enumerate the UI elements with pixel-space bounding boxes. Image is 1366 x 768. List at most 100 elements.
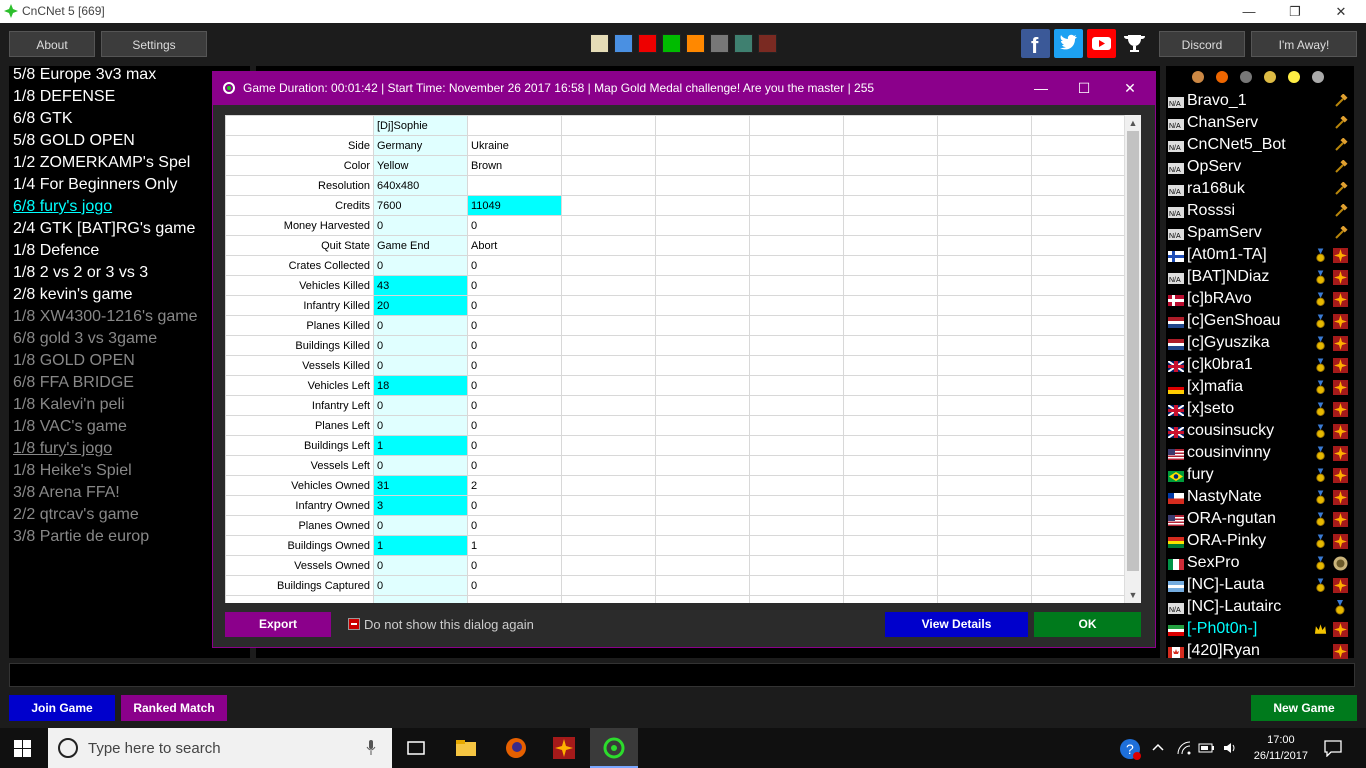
table-scrollbar[interactable]: ▲ ▼ bbox=[1124, 115, 1141, 603]
dialog-maximize-icon[interactable]: ☐ bbox=[1074, 78, 1094, 98]
task-view-icon[interactable] bbox=[404, 736, 428, 760]
game-list-item[interactable]: 6/8 fury's jogo bbox=[13, 198, 112, 216]
player-list-item[interactable]: [x]mafia bbox=[1168, 377, 1354, 399]
settings-button[interactable]: Settings bbox=[101, 31, 207, 57]
join-game-button[interactable]: Join Game bbox=[9, 695, 115, 721]
player-list-item[interactable]: SexPro bbox=[1168, 553, 1354, 575]
color-swatch[interactable] bbox=[590, 34, 609, 53]
game-list-item[interactable]: 5/8 GOLD OPEN bbox=[13, 132, 135, 150]
player-list-item[interactable]: [-Ph0t0n-] bbox=[1168, 619, 1354, 641]
player-list-item[interactable]: N/A CnCNet5_Bot bbox=[1168, 135, 1354, 157]
game-list-item[interactable]: 1/8 DEFENSE bbox=[13, 88, 115, 106]
color-swatch[interactable] bbox=[710, 34, 729, 53]
game-list-item[interactable]: 2/8 kevin's game bbox=[13, 286, 133, 304]
microphone-icon[interactable] bbox=[366, 740, 376, 756]
player-list-item[interactable]: [420]Ryan bbox=[1168, 641, 1354, 663]
help-icon[interactable]: ? bbox=[1119, 738, 1141, 760]
stats-table-container[interactable]: [Dj]Sophie Side Germany Ukraine Color Yellow B… bbox=[225, 115, 1141, 603]
about-button[interactable]: About bbox=[9, 31, 95, 57]
scroll-thumb[interactable] bbox=[1127, 131, 1139, 571]
game-list-item[interactable]: 6/8 gold 3 vs 3game bbox=[13, 330, 157, 348]
player-list-item[interactable]: [c]GenShoau bbox=[1168, 311, 1354, 333]
game-list-item[interactable]: 6/8 FFA BRIDGE bbox=[13, 374, 134, 392]
color-swatch[interactable] bbox=[686, 34, 705, 53]
clock[interactable]: 17:00 26/11/2017 bbox=[1254, 732, 1308, 764]
player-list-item[interactable]: cousinvinny bbox=[1168, 443, 1354, 465]
new-game-button[interactable]: New Game bbox=[1251, 695, 1357, 721]
taskbar-search[interactable]: Type here to search bbox=[48, 728, 392, 768]
player-list-item[interactable]: N/A OpServ bbox=[1168, 157, 1354, 179]
game-list-item[interactable]: 1/8 VAC's game bbox=[13, 418, 127, 436]
player-list-item[interactable]: [c]k0bra1 bbox=[1168, 355, 1354, 377]
dialog-close-icon[interactable]: ✕ bbox=[1120, 78, 1140, 98]
firefox-icon[interactable] bbox=[504, 736, 528, 760]
minimize-button[interactable]: — bbox=[1226, 0, 1272, 23]
game-list-item[interactable]: 3/8 Partie de europ bbox=[13, 528, 149, 546]
file-explorer-icon[interactable] bbox=[454, 736, 478, 760]
player-list-item[interactable]: N/A ChanServ bbox=[1168, 113, 1354, 135]
scroll-down-icon[interactable]: ▼ bbox=[1125, 587, 1141, 603]
windows-start-icon[interactable] bbox=[14, 740, 31, 757]
game-list-item[interactable]: 1/8 2 vs 2 or 3 vs 3 bbox=[13, 264, 148, 282]
discord-button[interactable]: Discord bbox=[1159, 31, 1245, 57]
game-list-item[interactable]: 5/8 Europe 3v3 max bbox=[13, 66, 156, 84]
player-list-item[interactable]: N/A Rosssi bbox=[1168, 201, 1354, 223]
facebook-icon[interactable]: f bbox=[1021, 29, 1050, 58]
player-list-item[interactable]: [At0m1-TA] bbox=[1168, 245, 1354, 267]
player-list-item[interactable]: [c]bRAvo bbox=[1168, 289, 1354, 311]
color-swatch[interactable] bbox=[614, 34, 633, 53]
export-button[interactable]: Export bbox=[225, 612, 331, 637]
color-swatch[interactable] bbox=[662, 34, 681, 53]
wifi-icon[interactable] bbox=[1176, 740, 1192, 756]
restore-button[interactable]: ❐ bbox=[1272, 0, 1318, 23]
player-list-item[interactable]: N/A [BAT]NDiaz bbox=[1168, 267, 1354, 289]
player-list-item[interactable]: N/A [NC]-Lautairc bbox=[1168, 597, 1354, 619]
game-list-item[interactable]: 1/2 ZOMERKAMP's Spel bbox=[13, 154, 190, 172]
game-list-item[interactable]: 1/8 Defence bbox=[13, 242, 99, 260]
game-list-item[interactable]: 3/8 Arena FFA! bbox=[13, 484, 120, 502]
player-list-item[interactable]: NastyNate bbox=[1168, 487, 1354, 509]
twitter-icon[interactable] bbox=[1054, 29, 1083, 58]
dont-show-checkbox[interactable] bbox=[348, 618, 360, 630]
red-alert-icon[interactable] bbox=[552, 736, 576, 760]
ranked-match-button[interactable]: Ranked Match bbox=[121, 695, 227, 721]
chevron-up-icon[interactable] bbox=[1152, 742, 1164, 752]
player-list-item[interactable]: [c]Gyuszika bbox=[1168, 333, 1354, 355]
player-filter-icons[interactable] bbox=[1190, 69, 1326, 85]
game-list-item[interactable]: 1/8 XW4300-1216's game bbox=[13, 308, 198, 326]
game-list-item[interactable]: 1/8 Kalevi'n peli bbox=[13, 396, 125, 414]
notifications-icon[interactable] bbox=[1324, 739, 1342, 757]
youtube-icon[interactable] bbox=[1087, 29, 1116, 58]
color-swatch[interactable] bbox=[638, 34, 657, 53]
player-list-item[interactable]: fury bbox=[1168, 465, 1354, 487]
player-list-item[interactable]: ORA-Pinky bbox=[1168, 531, 1354, 553]
color-swatch[interactable] bbox=[734, 34, 753, 53]
game-list-item[interactable]: 1/8 Heike's Spiel bbox=[13, 462, 132, 480]
close-window-button[interactable]: ✕ bbox=[1318, 0, 1364, 23]
volume-icon[interactable] bbox=[1222, 740, 1238, 756]
player-list-item[interactable]: [x]seto bbox=[1168, 399, 1354, 421]
message-input[interactable] bbox=[9, 663, 1355, 687]
view-details-button[interactable]: View Details bbox=[885, 612, 1028, 637]
player-list-item[interactable]: N/A SpamServ bbox=[1168, 223, 1354, 245]
game-list-item[interactable]: 2/4 GTK [BAT]RG's game bbox=[13, 220, 195, 238]
game-list-item[interactable]: 1/4 For Beginners Only bbox=[13, 176, 178, 194]
player-list-item[interactable]: [NC]-Lauta bbox=[1168, 575, 1354, 597]
player-list-item[interactable]: N/A Bravo_1 bbox=[1168, 91, 1354, 113]
trophy-icon[interactable] bbox=[1120, 29, 1149, 58]
player-list-item[interactable]: ORA-ngutan bbox=[1168, 509, 1354, 531]
player-list-item[interactable]: cousinsucky bbox=[1168, 421, 1354, 443]
game-list-item[interactable]: 6/8 GTK bbox=[13, 110, 73, 128]
away-button[interactable]: I'm Away! bbox=[1251, 31, 1357, 57]
ok-button[interactable]: OK bbox=[1034, 612, 1141, 637]
game-list-item[interactable]: 1/8 GOLD OPEN bbox=[13, 352, 135, 370]
dialog-minimize-icon[interactable]: — bbox=[1031, 78, 1051, 98]
empty-cell bbox=[843, 115, 938, 136]
player-list-item[interactable]: N/A ra168uk bbox=[1168, 179, 1354, 201]
game-list-item[interactable]: 2/2 qtrcav's game bbox=[13, 506, 139, 524]
color-swatch[interactable] bbox=[758, 34, 777, 53]
battery-icon[interactable] bbox=[1198, 741, 1216, 755]
cncnet-taskbar-item[interactable] bbox=[590, 728, 638, 768]
scroll-up-icon[interactable]: ▲ bbox=[1125, 115, 1141, 131]
game-list-item[interactable]: 1/8 fury's jogo bbox=[13, 440, 112, 458]
